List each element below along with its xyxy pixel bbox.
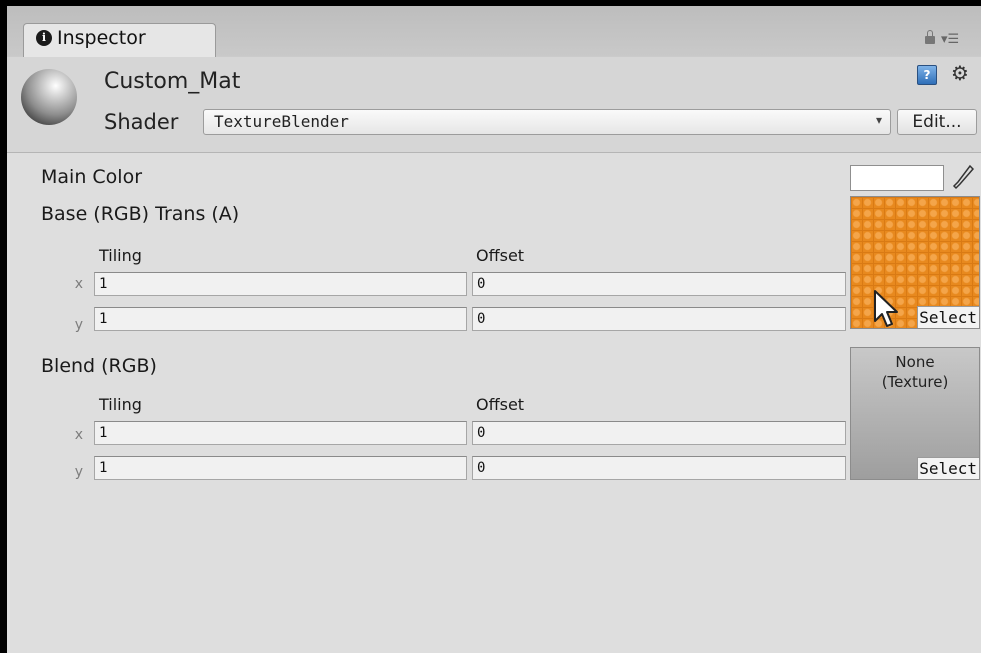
edit-shader-button[interactable]: Edit...	[897, 109, 977, 135]
blend-offset-y-field[interactable]: 0	[472, 456, 846, 480]
main-color-swatch[interactable]	[850, 165, 944, 191]
blend-offset-label: Offset	[476, 395, 525, 414]
base-y-label: y	[74, 317, 83, 333]
base-texture-slot[interactable]: Select	[850, 196, 980, 329]
material-preview-sphere	[21, 69, 77, 125]
base-texture-select-button[interactable]: Select	[917, 306, 979, 328]
tab-menu-icon[interactable]: ▾☰	[941, 32, 959, 47]
base-texture-label: Base (RGB) Trans (A)	[41, 203, 240, 225]
shader-dropdown[interactable]: TextureBlender ▾	[203, 109, 891, 135]
blend-y-label: y	[74, 464, 83, 480]
blend-texture-select-button[interactable]: Select	[917, 457, 979, 479]
base-offset-x-field[interactable]: 0	[472, 272, 846, 296]
material-name: Custom_Mat	[104, 69, 241, 94]
base-x-label: x	[74, 276, 83, 292]
base-tiling-x-field[interactable]: 1	[94, 272, 467, 296]
chevron-down-icon: ▾	[875, 113, 882, 127]
blend-x-label: x	[74, 427, 83, 443]
mouse-cursor-icon	[874, 290, 898, 327]
blend-tiling-y-field[interactable]: 1	[94, 456, 467, 480]
tab-label: Inspector	[57, 27, 146, 49]
base-tiling-y-field[interactable]: 1	[94, 307, 467, 331]
help-book-icon[interactable]: ?	[917, 65, 937, 85]
main-color-label: Main Color	[41, 166, 143, 188]
blend-tiling-x-field[interactable]: 1	[94, 421, 467, 445]
material-header: Custom_Mat ? ⚙ Shader TextureBlender ▾ E…	[7, 57, 981, 153]
shader-label: Shader	[104, 110, 179, 134]
base-tiling-label: Tiling	[99, 246, 142, 265]
blend-texture-slot[interactable]: None (Texture) Select	[850, 347, 980, 480]
info-icon: i	[36, 30, 52, 46]
base-offset-y-field[interactable]: 0	[472, 307, 846, 331]
tab-inspector[interactable]: i Inspector	[23, 23, 216, 57]
eyedropper-icon[interactable]	[952, 164, 974, 192]
blend-texture-label: Blend (RGB)	[41, 355, 157, 377]
tab-bar: i Inspector ▾☰	[7, 6, 981, 58]
blend-tiling-label: Tiling	[99, 395, 142, 414]
shader-value: TextureBlender	[214, 112, 349, 131]
no-texture-label: None (Texture)	[881, 353, 949, 391]
lock-icon[interactable]	[925, 30, 935, 44]
base-offset-label: Offset	[476, 246, 525, 265]
blend-offset-x-field[interactable]: 0	[472, 421, 846, 445]
gear-icon[interactable]: ⚙	[951, 61, 969, 85]
inspector-window: i Inspector ▾☰ Custom_Mat ? ⚙ Shader Tex…	[7, 6, 981, 653]
